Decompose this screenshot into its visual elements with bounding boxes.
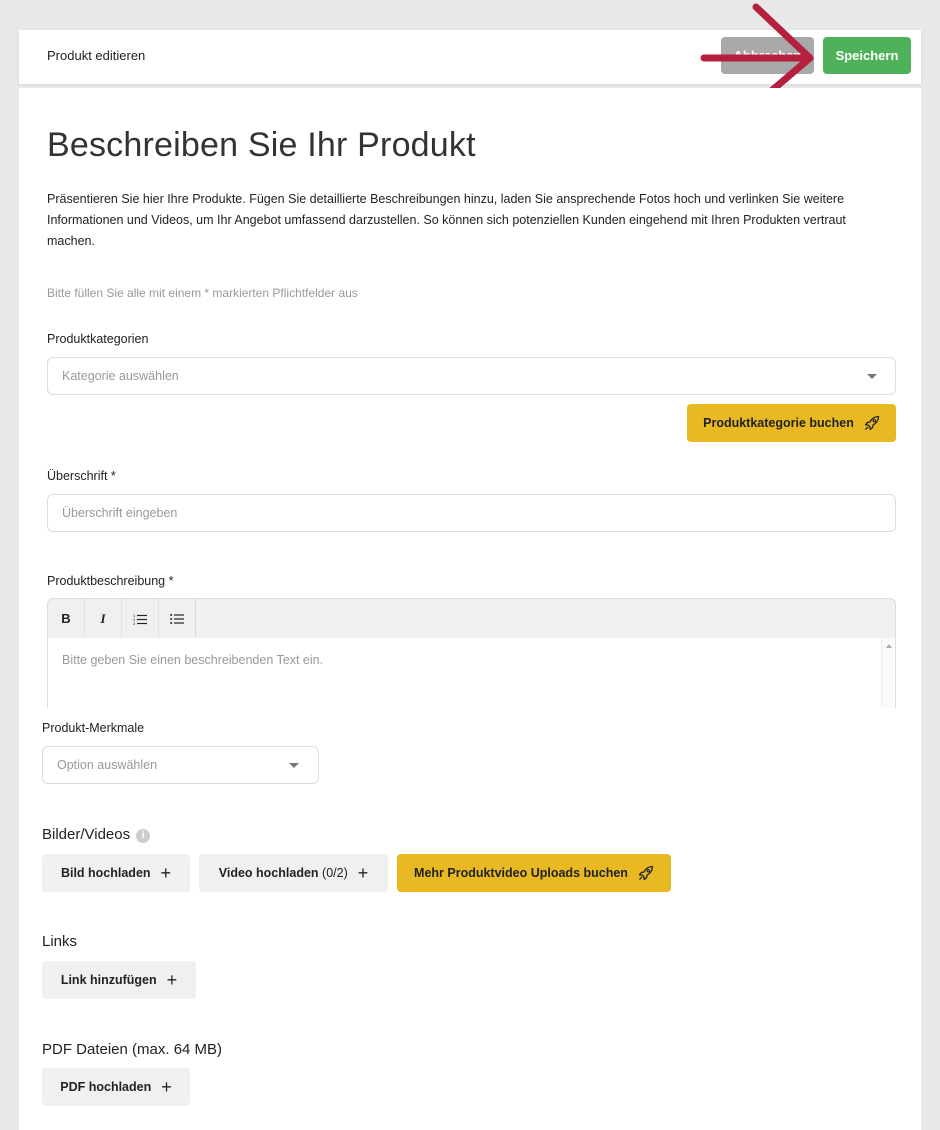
description-editor[interactable]: Bitte geben Sie einen beschreibenden Tex… bbox=[47, 638, 896, 708]
links-title: Links bbox=[42, 933, 78, 950]
add-link-label: Link hinzufügen bbox=[60, 973, 157, 987]
bullet-list-button[interactable] bbox=[159, 598, 196, 639]
features-select[interactable]: Option auswählen bbox=[42, 746, 319, 784]
headline-label: Überschrift * bbox=[47, 469, 116, 483]
add-link-button[interactable]: Link hinzufügen + bbox=[42, 961, 196, 999]
book-video-uploads-label: Mehr Produktvideo Uploads buchen bbox=[414, 866, 628, 880]
plus-icon: + bbox=[161, 1077, 172, 1097]
upload-image-label: Bild hochladen bbox=[60, 866, 151, 880]
book-category-button[interactable]: Produktkategorie buchen bbox=[687, 404, 896, 442]
headline-input[interactable]: Überschrift eingeben bbox=[47, 494, 896, 532]
categories-label: Produktkategorien bbox=[47, 332, 149, 346]
headline-input-placeholder: Überschrift eingeben bbox=[62, 506, 178, 520]
chevron-down-icon bbox=[289, 763, 299, 768]
plus-icon: + bbox=[357, 863, 369, 883]
save-button[interactable]: Speichern bbox=[823, 37, 911, 74]
bold-icon: B bbox=[61, 611, 71, 626]
info-icon[interactable]: i bbox=[136, 828, 151, 843]
upload-pdf-label: PDF hochladen bbox=[60, 1080, 152, 1094]
upload-pdf-button[interactable]: PDF hochladen + bbox=[42, 1068, 190, 1106]
rocket-icon bbox=[864, 415, 880, 431]
plus-icon: + bbox=[166, 970, 178, 990]
bullet-list-icon bbox=[170, 613, 184, 624]
plus-icon: + bbox=[160, 863, 172, 883]
editor-toolbar: B I 123 bbox=[47, 598, 896, 639]
features-label: Produkt-Merkmale bbox=[42, 721, 145, 735]
video-count: (0/2) bbox=[322, 866, 348, 880]
category-select[interactable]: Kategorie auswählen bbox=[47, 357, 896, 395]
book-video-uploads-button[interactable]: Mehr Produktvideo Uploads buchen bbox=[397, 854, 671, 892]
ordered-list-button[interactable]: 123 bbox=[122, 598, 159, 639]
category-select-placeholder: Kategorie auswählen bbox=[62, 369, 179, 383]
upload-image-button[interactable]: Bild hochladen + bbox=[42, 854, 190, 892]
upload-video-label: Video hochladen bbox=[218, 866, 319, 880]
required-fields-hint: Bitte füllen Sie alle mit einem * markie… bbox=[47, 286, 358, 300]
features-select-placeholder: Option auswählen bbox=[57, 758, 158, 772]
description-label: Produktbeschreibung * bbox=[47, 574, 174, 588]
italic-button[interactable]: I bbox=[85, 598, 122, 639]
italic-icon: I bbox=[100, 610, 106, 626]
media-section-title: Bilder/Videos i bbox=[42, 826, 151, 843]
upload-video-button[interactable]: Video hochladen (0/2) + bbox=[199, 854, 388, 892]
svg-text:3: 3 bbox=[133, 621, 136, 625]
rocket-icon bbox=[638, 865, 654, 881]
chevron-down-icon bbox=[867, 374, 877, 379]
media-title: Bilder/Videos bbox=[42, 826, 131, 843]
ordered-list-icon: 123 bbox=[133, 613, 147, 625]
scroll-up-icon bbox=[886, 644, 892, 648]
page-header-title: Produkt editieren bbox=[47, 48, 146, 63]
pdf-title: PDF Dateien (max. 64 MB) bbox=[42, 1041, 223, 1058]
page-title: Beschreiben Sie Ihr Produkt bbox=[47, 126, 476, 164]
description-placeholder: Bitte geben Sie einen beschreibenden Tex… bbox=[62, 653, 324, 667]
book-category-label: Produktkategorie buchen bbox=[703, 416, 854, 430]
bold-button[interactable]: B bbox=[48, 598, 85, 639]
editor-scrollbar[interactable] bbox=[881, 638, 895, 708]
intro-text: Präsentieren Sie hier Ihre Produkte. Füg… bbox=[47, 192, 846, 248]
